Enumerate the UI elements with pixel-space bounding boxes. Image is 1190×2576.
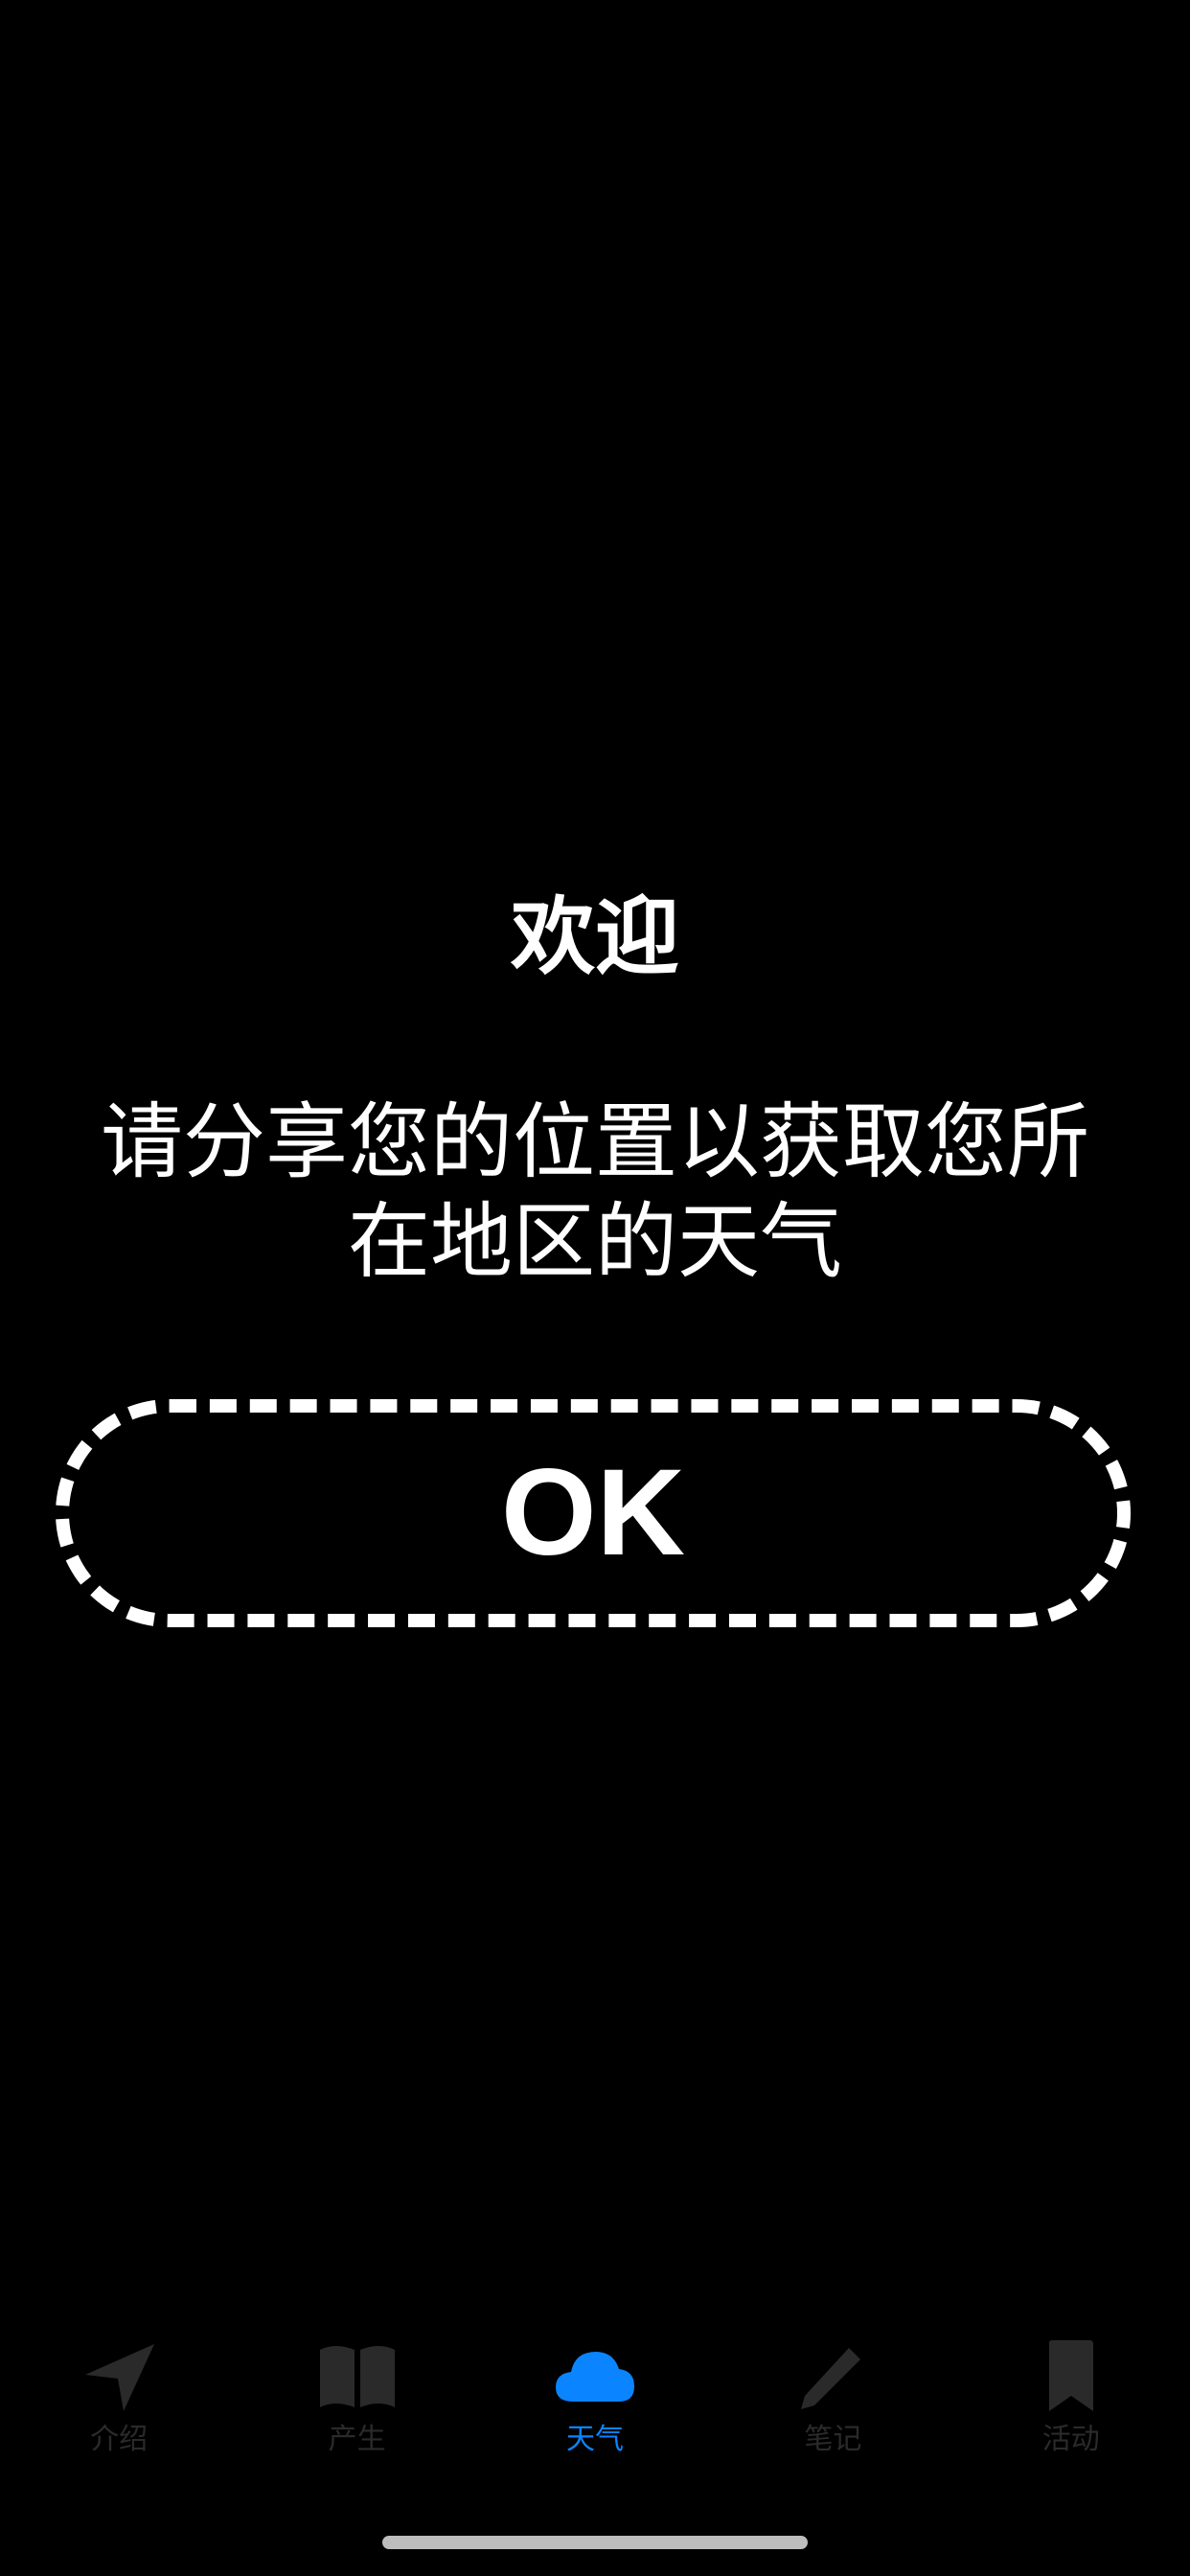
location-arrow-icon: [76, 2338, 162, 2415]
tab-weather[interactable]: 天气: [499, 2338, 691, 2459]
pencil-icon: [790, 2338, 876, 2415]
tab-weather-label: 天气: [565, 2423, 624, 2456]
tab-bar: 介绍 产生 天气 笔记 活动: [0, 2338, 1190, 2482]
tab-intro-label: 介绍: [90, 2423, 149, 2456]
cloud-icon: [552, 2338, 638, 2415]
tab-notes[interactable]: 笔记: [737, 2338, 928, 2459]
tab-intro[interactable]: 介绍: [23, 2338, 215, 2459]
ok-button[interactable]: OK: [56, 1399, 1131, 1627]
bookmark-icon: [1028, 2338, 1114, 2415]
book-icon: [314, 2338, 400, 2415]
tab-produce[interactable]: 产生: [262, 2338, 453, 2459]
location-request-message: 请分享您的位置以获取您所在地区的天气: [101, 1094, 1089, 1290]
welcome-screen: 欢迎 请分享您的位置以获取您所在地区的天气 OK 介绍 产生 天气 笔记 活动: [0, 0, 1190, 2576]
home-indicator[interactable]: [382, 2536, 808, 2549]
tab-notes-label: 笔记: [804, 2423, 862, 2456]
tab-activity-label: 活动: [1041, 2423, 1100, 2456]
welcome-title: 欢迎: [510, 887, 679, 986]
tab-activity[interactable]: 活动: [975, 2338, 1167, 2459]
tab-produce-label: 产生: [328, 2423, 386, 2456]
ok-button-label: OK: [501, 1444, 685, 1581]
